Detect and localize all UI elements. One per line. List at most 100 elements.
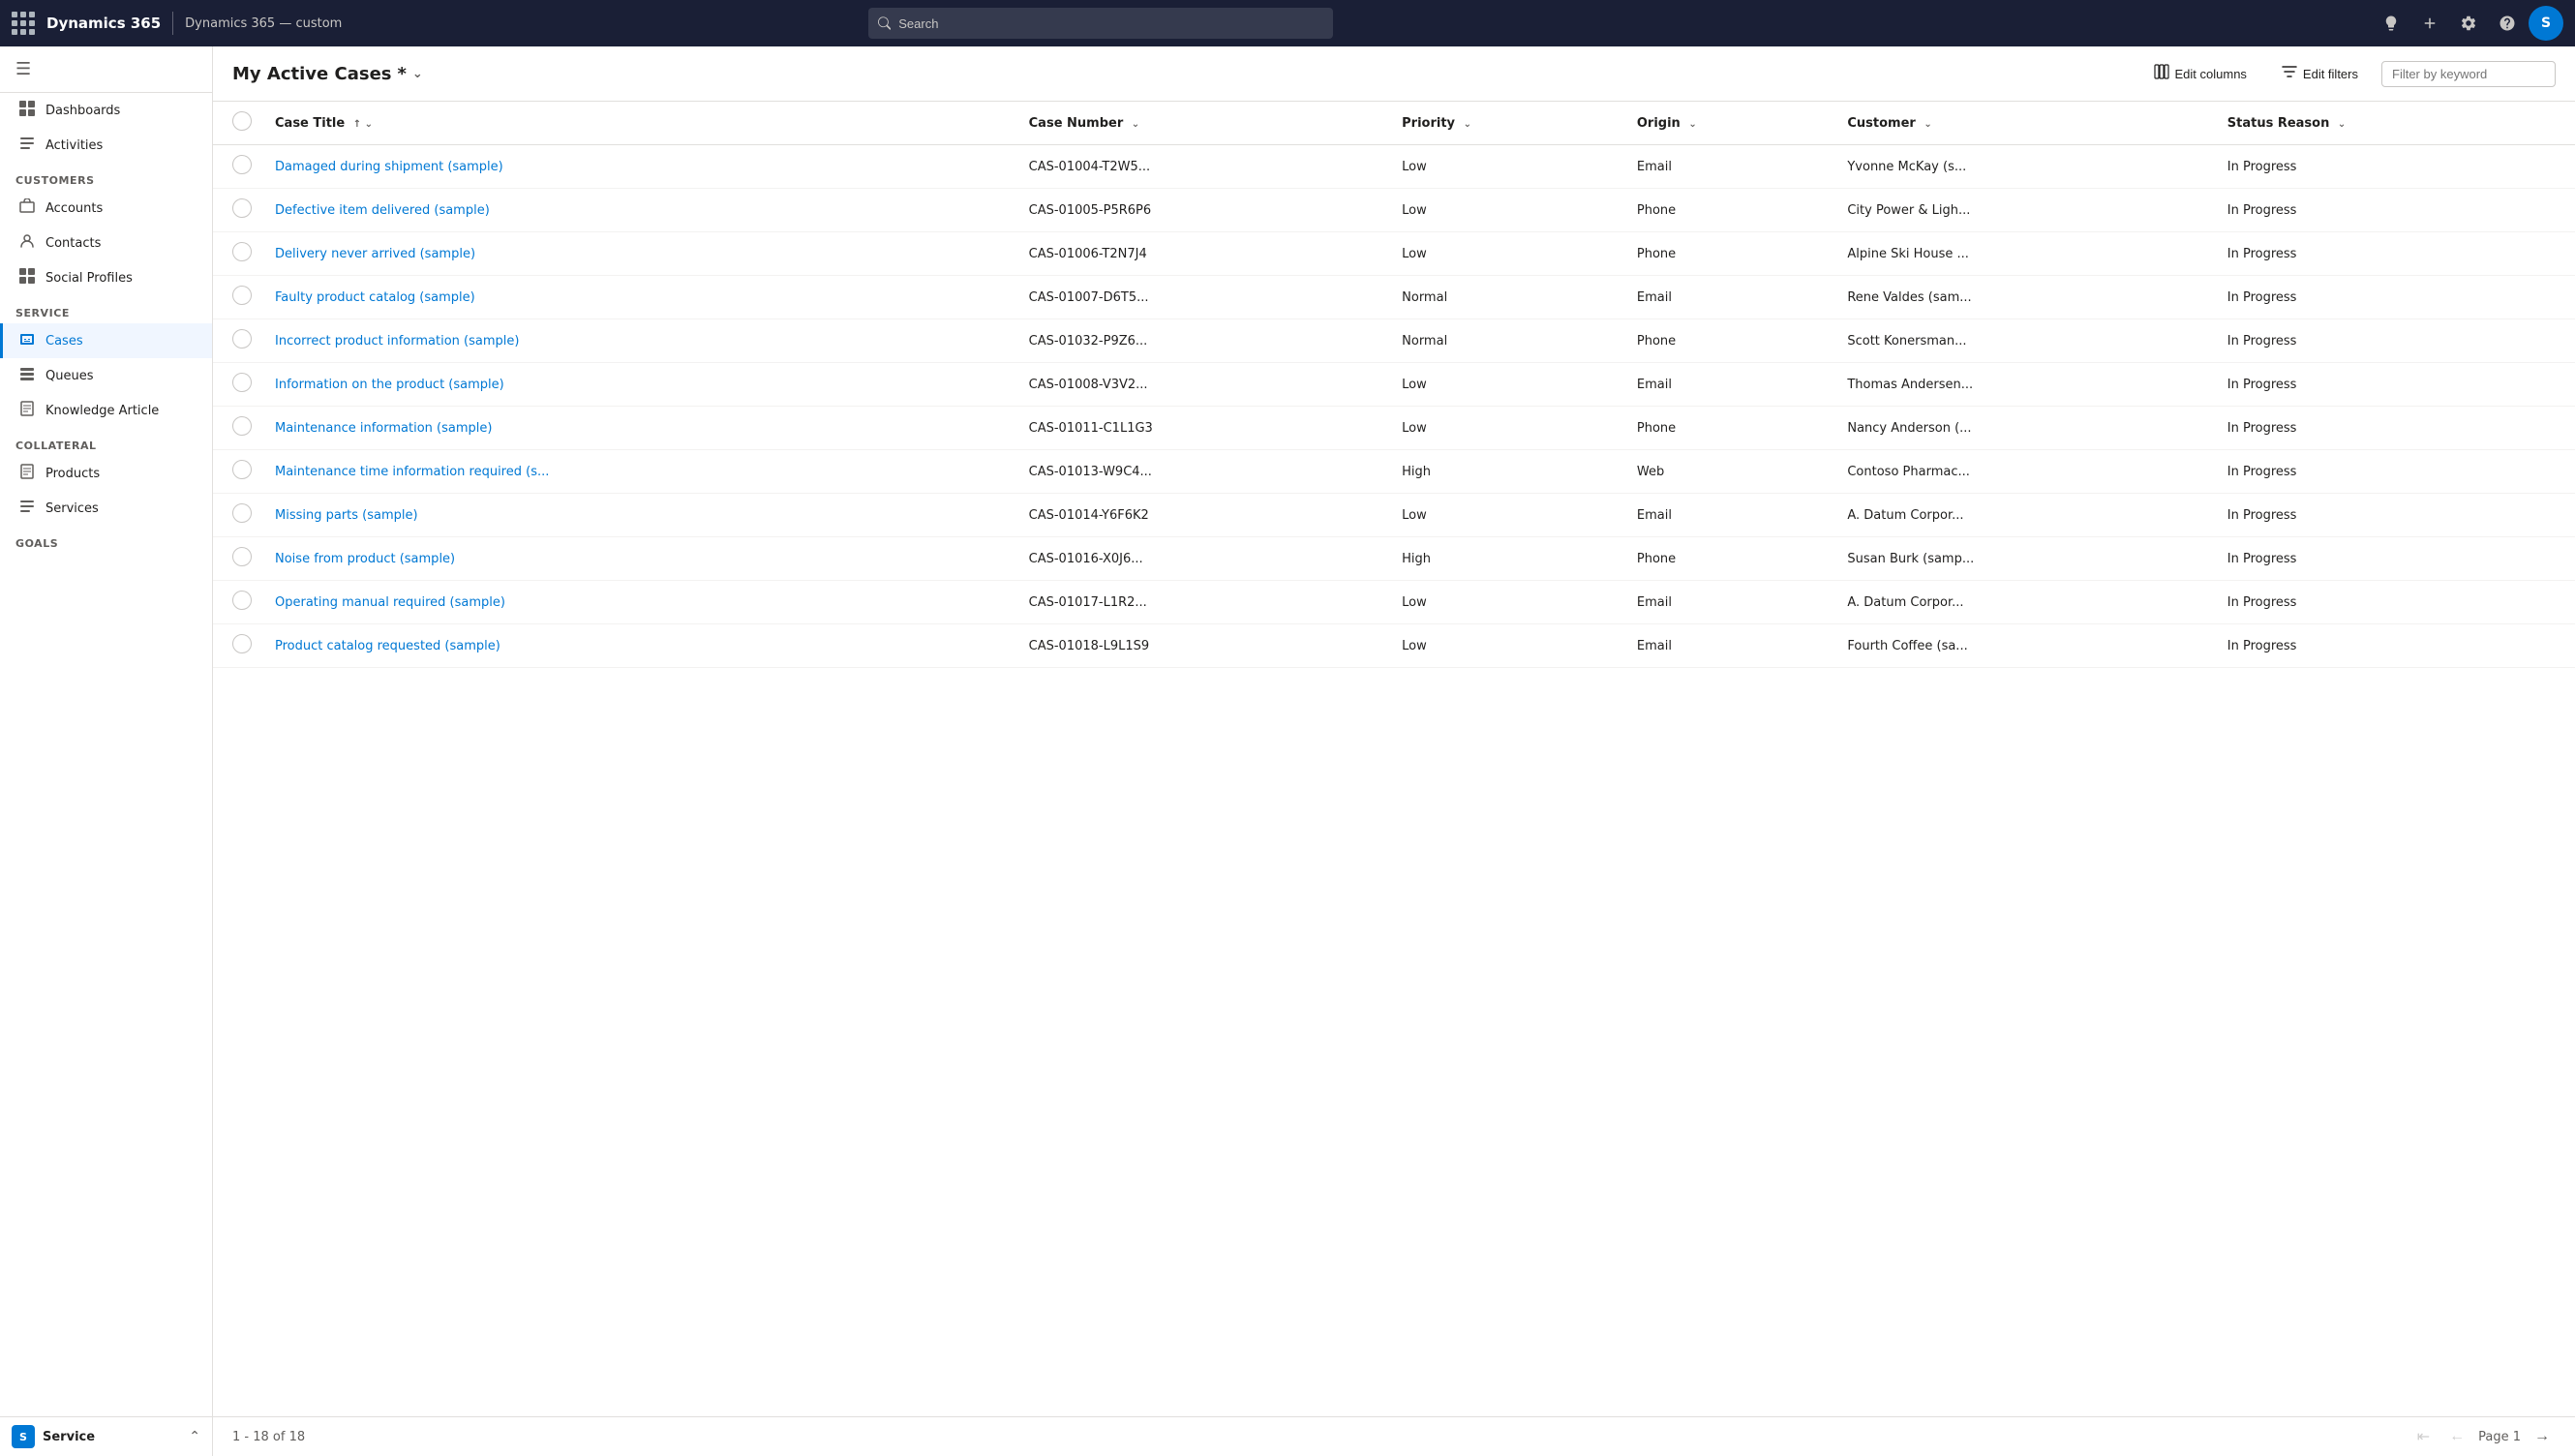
app-launcher[interactable] [12, 12, 35, 35]
row-status: In Progress [2216, 624, 2575, 668]
col-header-case-title[interactable]: Case Title ↑ ⌄ [263, 102, 1017, 145]
sidebar-item-queues[interactable]: Queues [0, 358, 212, 393]
table-row[interactable]: Maintenance time information required (s… [213, 450, 2575, 494]
row-case-title[interactable]: Product catalog requested (sample) [263, 624, 1017, 668]
table-row[interactable]: Information on the product (sample) CAS-… [213, 363, 2575, 407]
hamburger-menu[interactable]: ☰ [15, 59, 31, 79]
row-case-number: CAS-01017-L1R2... [1017, 581, 1391, 624]
sidebar-item-social-profiles[interactable]: Social Profiles [0, 260, 212, 295]
sidebar-item-products[interactable]: Products [0, 456, 212, 491]
select-all-header[interactable] [213, 102, 263, 145]
row-checkbox[interactable] [232, 198, 252, 218]
lightbulb-button[interactable] [2374, 6, 2408, 41]
row-select-cell[interactable] [213, 581, 263, 624]
prev-page-button[interactable]: ← [2443, 1426, 2470, 1447]
table-row[interactable]: Noise from product (sample) CAS-01016-X0… [213, 537, 2575, 581]
add-button[interactable] [2412, 6, 2447, 41]
table-row[interactable]: Product catalog requested (sample) CAS-0… [213, 624, 2575, 668]
row-select-cell[interactable] [213, 450, 263, 494]
first-page-button[interactable]: ⇤ [2411, 1425, 2436, 1448]
sidebar-item-accounts[interactable]: Accounts [0, 191, 212, 226]
table-row[interactable]: Operating manual required (sample) CAS-0… [213, 581, 2575, 624]
row-case-title[interactable]: Incorrect product information (sample) [263, 319, 1017, 363]
row-select-cell[interactable] [213, 363, 263, 407]
row-select-cell[interactable] [213, 232, 263, 276]
sidebar-item-activities[interactable]: Activities [0, 128, 212, 163]
table-row[interactable]: Maintenance information (sample) CAS-010… [213, 407, 2575, 450]
sidebar-item-dashboards[interactable]: Dashboards [0, 93, 212, 128]
row-checkbox[interactable] [232, 329, 252, 349]
filter-by-keyword-input[interactable] [2381, 61, 2556, 87]
table-row[interactable]: Faulty product catalog (sample) CAS-0100… [213, 276, 2575, 319]
row-case-number: CAS-01014-Y6F6K2 [1017, 494, 1391, 537]
search-input[interactable] [898, 16, 1323, 31]
page-label: Page 1 [2478, 1430, 2521, 1444]
sidebar-item-cases[interactable]: Cases [0, 323, 212, 358]
row-select-cell[interactable] [213, 624, 263, 668]
row-checkbox[interactable] [232, 460, 252, 479]
sidebar-item-contacts[interactable]: Contacts [0, 226, 212, 260]
table-row[interactable]: Defective item delivered (sample) CAS-01… [213, 189, 2575, 232]
row-case-title[interactable]: Missing parts (sample) [263, 494, 1017, 537]
top-navigation: Dynamics 365 Dynamics 365 — custom S [0, 0, 2575, 46]
footer-chevron[interactable]: ⌃ [189, 1429, 200, 1444]
table-row[interactable]: Incorrect product information (sample) C… [213, 319, 2575, 363]
row-select-cell[interactable] [213, 537, 263, 581]
view-dropdown-icon[interactable]: ⌄ [412, 67, 423, 81]
col-header-status-reason[interactable]: Status Reason ⌄ [2216, 102, 2575, 145]
row-case-title[interactable]: Defective item delivered (sample) [263, 189, 1017, 232]
row-case-title[interactable]: Maintenance time information required (s… [263, 450, 1017, 494]
row-checkbox[interactable] [232, 416, 252, 436]
row-select-cell[interactable] [213, 407, 263, 450]
row-priority: Low [1390, 363, 1625, 407]
user-avatar[interactable]: S [2529, 6, 2563, 41]
row-case-number: CAS-01008-V3V2... [1017, 363, 1391, 407]
row-select-cell[interactable] [213, 189, 263, 232]
row-case-title[interactable]: Delivery never arrived (sample) [263, 232, 1017, 276]
sidebar-item-knowledge-article[interactable]: Knowledge Article [0, 393, 212, 428]
row-checkbox[interactable] [232, 242, 252, 261]
row-case-title[interactable]: Damaged during shipment (sample) [263, 145, 1017, 189]
row-select-cell[interactable] [213, 276, 263, 319]
row-checkbox[interactable] [232, 634, 252, 653]
row-select-cell[interactable] [213, 145, 263, 189]
select-all-checkbox[interactable] [232, 111, 252, 131]
row-case-title[interactable]: Maintenance information (sample) [263, 407, 1017, 450]
row-case-title[interactable]: Information on the product (sample) [263, 363, 1017, 407]
row-case-title[interactable]: Noise from product (sample) [263, 537, 1017, 581]
row-status: In Progress [2216, 189, 2575, 232]
col-header-case-number[interactable]: Case Number ⌄ [1017, 102, 1391, 145]
col-header-priority[interactable]: Priority ⌄ [1390, 102, 1625, 145]
settings-button[interactable] [2451, 6, 2486, 41]
col-header-origin[interactable]: Origin ⌄ [1625, 102, 1836, 145]
cases-label: Cases [45, 334, 83, 349]
table-row[interactable]: Delivery never arrived (sample) CAS-0100… [213, 232, 2575, 276]
row-checkbox[interactable] [232, 503, 252, 523]
row-select-cell[interactable] [213, 319, 263, 363]
footer-service-label[interactable]: S Service [12, 1425, 95, 1448]
next-page-button[interactable]: → [2529, 1426, 2556, 1447]
table-row[interactable]: Missing parts (sample) CAS-01014-Y6F6K2 … [213, 494, 2575, 537]
row-case-title[interactable]: Operating manual required (sample) [263, 581, 1017, 624]
row-origin: Phone [1625, 319, 1836, 363]
pagination-info: 1 - 18 of 18 [232, 1430, 305, 1444]
row-origin: Email [1625, 581, 1836, 624]
row-select-cell[interactable] [213, 494, 263, 537]
row-checkbox[interactable] [232, 286, 252, 305]
edit-columns-button[interactable]: Edit columns [2142, 58, 2258, 89]
col-header-customer[interactable]: Customer ⌄ [1835, 102, 2215, 145]
sidebar-item-services[interactable]: Services [0, 491, 212, 526]
sort-icon-status-reason: ⌄ [2338, 119, 2346, 130]
table-row[interactable]: Damaged during shipment (sample) CAS-010… [213, 145, 2575, 189]
global-search[interactable] [868, 8, 1333, 39]
row-checkbox[interactable] [232, 155, 252, 174]
products-label: Products [45, 467, 100, 481]
row-checkbox[interactable] [232, 547, 252, 566]
row-origin: Phone [1625, 407, 1836, 450]
row-checkbox[interactable] [232, 591, 252, 610]
help-button[interactable] [2490, 6, 2525, 41]
sort-icon-customer: ⌄ [1924, 119, 1931, 130]
edit-filters-button[interactable]: Edit filters [2270, 58, 2370, 89]
row-case-title[interactable]: Faulty product catalog (sample) [263, 276, 1017, 319]
row-checkbox[interactable] [232, 373, 252, 392]
